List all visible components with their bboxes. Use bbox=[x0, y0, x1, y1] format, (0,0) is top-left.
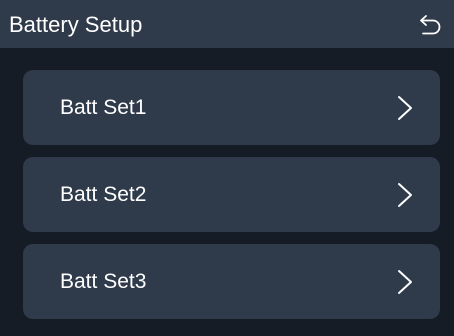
back-button[interactable] bbox=[416, 10, 446, 38]
menu-item-label: Batt Set3 bbox=[60, 270, 147, 293]
header-bar: Battery Setup bbox=[0, 0, 454, 48]
page-title: Battery Setup bbox=[9, 12, 143, 37]
chevron-right-icon bbox=[398, 270, 412, 294]
chevron-right-icon bbox=[398, 96, 412, 120]
back-arrow-icon bbox=[420, 15, 441, 35]
chevron-right-icon bbox=[398, 183, 412, 207]
menu-item-label: Batt Set1 bbox=[60, 96, 147, 119]
menu-item-batt-set3[interactable]: Batt Set3 bbox=[23, 244, 440, 319]
battery-setup-screen: Battery Setup Batt Set1 Batt Set2 Batt S… bbox=[0, 0, 454, 336]
menu-item-label: Batt Set2 bbox=[60, 183, 147, 206]
menu-list: Batt Set1 Batt Set2 Batt Set3 bbox=[23, 70, 440, 331]
menu-item-batt-set2[interactable]: Batt Set2 bbox=[23, 157, 440, 232]
menu-item-batt-set1[interactable]: Batt Set1 bbox=[23, 70, 440, 145]
